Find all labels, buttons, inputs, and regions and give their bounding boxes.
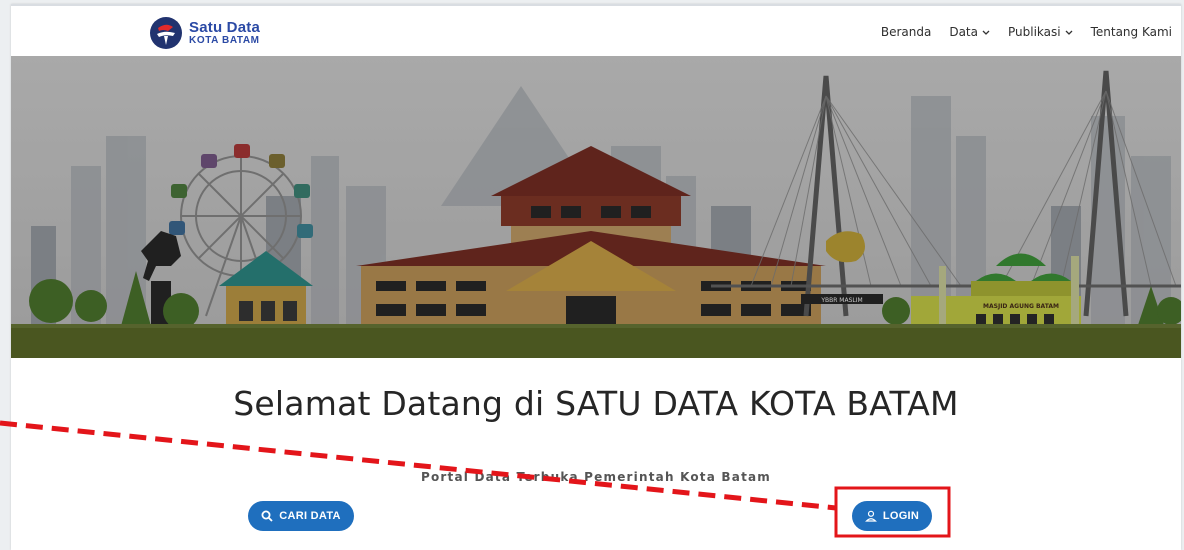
cari-data-label: CARI DATA (279, 510, 341, 522)
satu-data-logo-icon (150, 17, 182, 49)
hero-illustration: YBBR MASLIM MASJID AGUNG BATAM (11, 56, 1181, 358)
nav-label: Tentang Kami (1090, 25, 1172, 39)
nav-item-tentang-kami[interactable]: Tentang Kami (1082, 6, 1181, 58)
login-button[interactable]: LOGIN (852, 501, 932, 531)
nav-item-publikasi[interactable]: Publikasi (999, 6, 1082, 58)
logo-title: Satu Data (189, 19, 260, 36)
cari-data-button[interactable]: CARI DATA (248, 501, 354, 531)
nav-item-beranda[interactable]: Beranda (872, 6, 940, 58)
chevron-down-icon (1065, 30, 1073, 35)
user-icon (864, 510, 877, 522)
nav-item-data[interactable]: Data (940, 6, 999, 58)
logo-subtitle: KOTA BATAM (189, 35, 260, 46)
login-label: LOGIN (882, 510, 920, 522)
navbar: Satu Data KOTA BATAM Beranda Data Publik… (11, 4, 1181, 56)
nav-label: Beranda (880, 25, 932, 39)
site-logo[interactable]: Satu Data KOTA BATAM (149, 16, 260, 50)
nav-label: Publikasi (1007, 25, 1061, 39)
logo-text: Satu Data KOTA BATAM (189, 20, 260, 46)
page-subtitle: Portal Data Terbuka Pemerintah Kota Bata… (420, 470, 772, 484)
page-title: Selamat Datang di SATU DATA KOTA BATAM (233, 384, 959, 423)
nav-label: Data (949, 25, 978, 39)
browser-page: Satu Data KOTA BATAM Beranda Data Publik… (11, 4, 1181, 550)
chevron-down-icon (982, 30, 990, 35)
main-nav: Beranda Data Publikasi Tentang Kami (872, 6, 1181, 58)
search-icon (261, 510, 273, 522)
city-skyline-illustration: YBBR MASLIM MASJID AGUNG BATAM (11, 56, 1181, 358)
